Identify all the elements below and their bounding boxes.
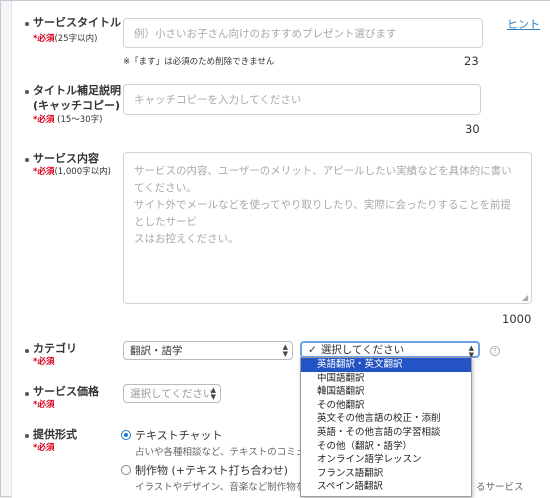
option-text-chat-desc: 占いや各種相談など、テキストのコミュニケ (135, 447, 325, 458)
placeholder-line: サービスの内容、ユーザーのメリット、アピールしたい実績などを具体的に書いてくださ… (134, 165, 512, 194)
dropdown-item[interactable]: その他（翻訳・語学） (301, 440, 471, 454)
format-label: 提供形式 (33, 428, 77, 441)
category-dropdown-list[interactable]: 英語翻訳・英文翻訳 中国語翻訳 韓国語翻訳 その他翻訳 英文その他言語の校正・添… (300, 357, 472, 497)
price-label: サービス価格 (33, 385, 99, 398)
dropdown-item[interactable]: 中国語翻訳 (301, 372, 471, 386)
placeholder-line: サイト外でメールなどを使ってやり取りしたり、実際に会ったりすることを前提としたサ… (134, 199, 512, 228)
dropdown-item[interactable]: 英語翻訳・英文翻訳 (301, 358, 471, 372)
dropdown-item[interactable]: オンライン語学レッスン (301, 453, 471, 467)
price-placeholder: 選択してください (130, 388, 214, 400)
select-arrows-icon: ▲ ▼ (210, 386, 216, 401)
title-label: サービスタイトル (33, 16, 121, 29)
dropdown-item[interactable]: その他翻訳 (301, 399, 471, 413)
option-deliverable-desc-tail: るサービス (476, 482, 524, 493)
format-required: *必須 (33, 443, 55, 453)
check-icon: ✓ (308, 343, 317, 356)
catch-label-2: (キャッチコピー) (33, 99, 121, 112)
content-label: サービス内容 (33, 152, 99, 165)
price-required: *必須 (33, 400, 55, 410)
content-required: *必須(1,000字以内) (33, 167, 111, 177)
dropdown-item[interactable]: 英語・その他言語の学習相談 (301, 426, 471, 440)
price-select[interactable]: 選択してください ▲ ▼ (123, 384, 221, 403)
bullet (25, 22, 29, 26)
bullet (25, 434, 29, 438)
catch-label-1: タイトル補足説明 (33, 84, 121, 97)
dropdown-item[interactable]: フランス語翻訳 (301, 467, 471, 481)
dropdown-item[interactable]: スペイン語翻訳 (301, 480, 471, 494)
radio-deliverable[interactable] (121, 465, 131, 475)
option-deliverable-label: 制作物 (+テキスト打ち合わせ) (135, 464, 288, 477)
catch-input[interactable]: キャッチコピーを入力してください (123, 84, 481, 115)
option-deliverable-desc: イラストやデザイン、音楽など制作物を最終 (135, 482, 325, 493)
select-arrows-icon: ▲ ▼ (282, 343, 288, 358)
bullet (25, 158, 29, 162)
category-main-value: 翻訳・語学 (130, 345, 183, 357)
catch-counter: 30 (465, 122, 480, 136)
hint-link[interactable]: ヒント (507, 16, 540, 32)
category-sub-value: 選択してください (320, 344, 405, 356)
resize-handle-icon[interactable]: ◢ (522, 294, 530, 302)
option-text-chat-label: テキストチャット (135, 429, 223, 442)
bullet (25, 90, 29, 94)
bullet (25, 392, 29, 396)
dropdown-item[interactable]: 英文その他言語の校正・添削 (301, 412, 471, 426)
title-input[interactable]: 例）小さいお子さん向けのおすすめプレゼント選びます (123, 18, 483, 48)
help-icon[interactable]: ? (490, 346, 500, 356)
title-counter: 23 (464, 54, 479, 68)
content-textarea[interactable]: サービスの内容、ユーザーのメリット、アピールしたい実績などを具体的に書いてくださ… (123, 152, 532, 304)
dropdown-item[interactable]: 韓国語翻訳 (301, 385, 471, 399)
content-counter: 1000 (502, 312, 532, 326)
category-sub-select[interactable]: ✓ 選択してください ▲ ▼ (300, 341, 480, 359)
title-required: *必須(25字以内) (33, 34, 98, 44)
catch-required: *必須 (15〜30字) (33, 115, 103, 125)
radio-text-chat[interactable] (121, 430, 131, 440)
category-required: *必須 (33, 357, 55, 367)
placeholder-line: スはお控えください。 (134, 233, 239, 245)
category-label: カテゴリ (33, 342, 77, 355)
category-main-select[interactable]: 翻訳・語学 ▲ ▼ (123, 341, 293, 360)
title-note: ※「ます」は必須のため削除できません (123, 57, 275, 67)
bullet (25, 349, 29, 353)
